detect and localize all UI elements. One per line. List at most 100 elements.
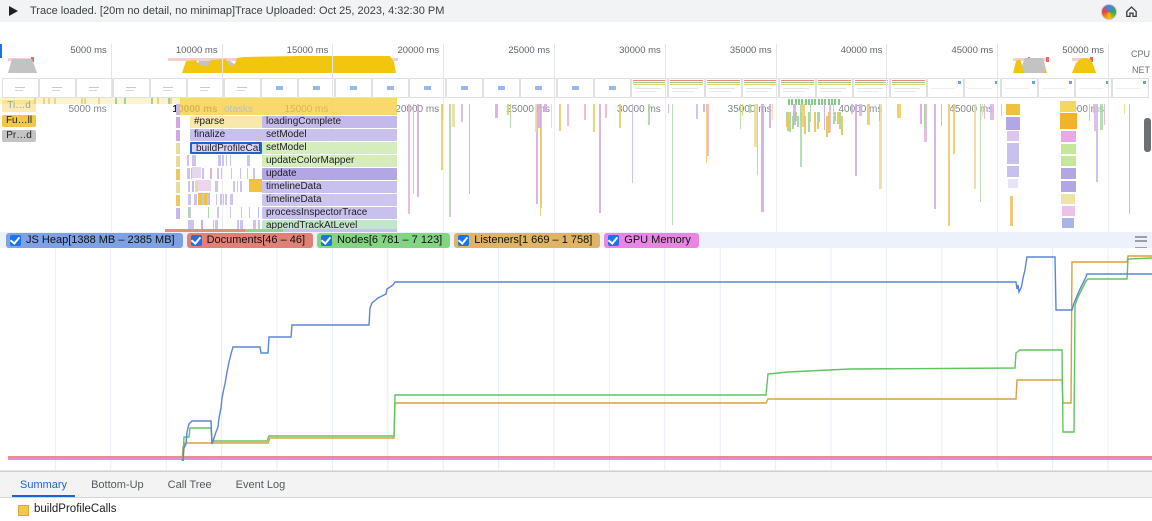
flame-block[interactable] bbox=[1060, 113, 1077, 129]
screenshot-thumbnail[interactable] bbox=[150, 78, 187, 98]
flame-tick-mark bbox=[814, 99, 816, 105]
screenshot-thumbnail[interactable] bbox=[483, 78, 520, 98]
tab-bottom-up[interactable]: Bottom-Up bbox=[79, 472, 156, 497]
flame-sliver bbox=[668, 104, 669, 113]
screenshot-thumbnail[interactable] bbox=[261, 78, 298, 98]
overview-tick-label: 25000 ms bbox=[480, 45, 550, 56]
flame-block[interactable] bbox=[1006, 117, 1020, 130]
home-icon[interactable] bbox=[1124, 4, 1139, 19]
screenshot-thumbnail[interactable] bbox=[76, 78, 113, 98]
screenshot-thumbnail[interactable] bbox=[927, 78, 964, 98]
flame-event[interactable]: #parse bbox=[190, 116, 262, 128]
screenshot-thumbnail[interactable] bbox=[409, 78, 446, 98]
screenshot-thumbnail[interactable] bbox=[446, 78, 483, 98]
flame-event[interactable]: setModel bbox=[262, 129, 397, 141]
screenshot-thumbnail[interactable] bbox=[1075, 78, 1112, 98]
flame-event[interactable]: updateColorMapper bbox=[262, 155, 397, 167]
overview-gridline bbox=[1108, 44, 1109, 98]
legend-checkbox[interactable] bbox=[321, 235, 332, 246]
screenshot-thumbnail[interactable] bbox=[816, 78, 853, 98]
screenshot-thumbnail[interactable] bbox=[594, 78, 631, 98]
flame-block[interactable] bbox=[1007, 131, 1019, 141]
flame-block[interactable] bbox=[196, 180, 211, 191]
flame-block[interactable] bbox=[1007, 143, 1019, 164]
flame-block[interactable] bbox=[1061, 131, 1076, 142]
flame-event[interactable]: finalize bbox=[190, 129, 262, 141]
screenshot-thumbnail[interactable] bbox=[298, 78, 335, 98]
overview-tick-label: 40000 ms bbox=[812, 45, 882, 56]
tab-call-tree[interactable]: Call Tree bbox=[156, 472, 224, 497]
screenshot-thumbnail[interactable] bbox=[557, 78, 594, 98]
decor bbox=[52, 87, 62, 88]
memory-chart[interactable] bbox=[0, 248, 1152, 471]
screenshot-thumbnail[interactable] bbox=[520, 78, 557, 98]
tab-summary[interactable]: Summary bbox=[8, 472, 79, 497]
flame-event[interactable]: timelineData bbox=[262, 194, 397, 206]
play-icon[interactable] bbox=[9, 6, 18, 16]
screenshot-thumbnail[interactable] bbox=[224, 78, 261, 98]
screenshot-thumbnail[interactable] bbox=[853, 78, 890, 98]
flame-block[interactable] bbox=[1061, 194, 1075, 204]
memory-legend-chip[interactable]: Nodes[6 781 – 7 123] bbox=[317, 233, 450, 248]
screenshot-thumbnail[interactable] bbox=[742, 78, 779, 98]
screenshot-thumbnail[interactable] bbox=[187, 78, 224, 98]
memory-graph-canvas[interactable] bbox=[0, 248, 1152, 470]
screenshot-thumbnail[interactable] bbox=[779, 78, 816, 98]
screenshot-thumbnail[interactable] bbox=[113, 78, 150, 98]
track-chip[interactable]: Ti…d bbox=[2, 100, 36, 112]
flame-block[interactable] bbox=[249, 179, 262, 192]
flame-tick-mark bbox=[805, 99, 807, 105]
flame-block[interactable] bbox=[1061, 144, 1076, 154]
scrollbar-thumb[interactable] bbox=[1144, 118, 1151, 152]
flame-event[interactable]: setModel bbox=[262, 142, 397, 154]
flame-event[interactable]: buildProfileCalls bbox=[190, 142, 262, 154]
screenshot-thumbnail[interactable] bbox=[2, 78, 39, 98]
flame-block[interactable] bbox=[1006, 104, 1020, 115]
screenshot-thumbnail[interactable] bbox=[1001, 78, 1038, 98]
decor bbox=[633, 84, 666, 85]
flame-block[interactable] bbox=[1062, 218, 1074, 228]
track-chip[interactable]: Fu…ll bbox=[2, 115, 36, 127]
screenshot-thumbnail[interactable] bbox=[705, 78, 742, 98]
decor bbox=[968, 88, 992, 89]
flame-event[interactable]: processInspectorTrace bbox=[262, 207, 397, 219]
flame-block[interactable] bbox=[1008, 179, 1018, 188]
screenshot-thumbnail[interactable] bbox=[890, 78, 927, 98]
flame-block[interactable] bbox=[1062, 206, 1075, 216]
screenshot-thumbnail[interactable] bbox=[631, 78, 668, 98]
screenshot-thumbnail[interactable] bbox=[335, 78, 372, 98]
tab-event-log[interactable]: Event Log bbox=[224, 472, 298, 497]
memory-legend-chip[interactable]: GPU Memory bbox=[604, 233, 699, 248]
flame-event[interactable]: loadingComplete bbox=[262, 116, 397, 128]
flame-sliver bbox=[810, 104, 811, 122]
flame-block[interactable] bbox=[1010, 196, 1013, 226]
memory-legend-chip[interactable]: Listeners[1 669 – 1 758] bbox=[454, 233, 600, 248]
screenshot-thumbnail[interactable] bbox=[1038, 78, 1075, 98]
flame-block[interactable] bbox=[1061, 181, 1076, 192]
flame-chart[interactable]: 5000 ms10000 ms15000 ms20000 ms25000 ms3… bbox=[0, 98, 1152, 232]
legend-checkbox[interactable] bbox=[10, 235, 21, 246]
flame-block[interactable] bbox=[1061, 168, 1076, 179]
screenshot-thumbnail[interactable] bbox=[39, 78, 76, 98]
memory-legend-chip[interactable]: JS Heap[1388 MB – 2385 MB] bbox=[6, 233, 183, 248]
flame-block[interactable] bbox=[1007, 166, 1019, 177]
flame-event[interactable]: timelineData bbox=[262, 181, 397, 193]
screenshot-thumbnail[interactable] bbox=[964, 78, 1001, 98]
memory-legend-chip[interactable]: Documents[46 – 46] bbox=[187, 233, 313, 248]
legend-checkbox[interactable] bbox=[191, 235, 202, 246]
legend-label: Nodes[6 781 – 7 123] bbox=[337, 234, 442, 246]
flame-block[interactable] bbox=[1060, 101, 1076, 112]
legend-checkbox[interactable] bbox=[608, 235, 619, 246]
flame-block[interactable] bbox=[192, 167, 201, 178]
track-chip[interactable]: Pr…d bbox=[2, 130, 36, 142]
screenshot-thumbnail[interactable] bbox=[668, 78, 705, 98]
legend-checkbox[interactable] bbox=[458, 235, 469, 246]
decor bbox=[818, 80, 851, 81]
flame-event[interactable]: update bbox=[262, 168, 397, 180]
avatar[interactable] bbox=[1101, 4, 1117, 20]
screenshot-thumbnail[interactable] bbox=[372, 78, 409, 98]
flame-tick-mark bbox=[788, 99, 790, 105]
flame-block[interactable] bbox=[1061, 156, 1076, 166]
screenshot-thumbnail[interactable] bbox=[1112, 78, 1149, 98]
flame-sliver bbox=[551, 104, 552, 128]
